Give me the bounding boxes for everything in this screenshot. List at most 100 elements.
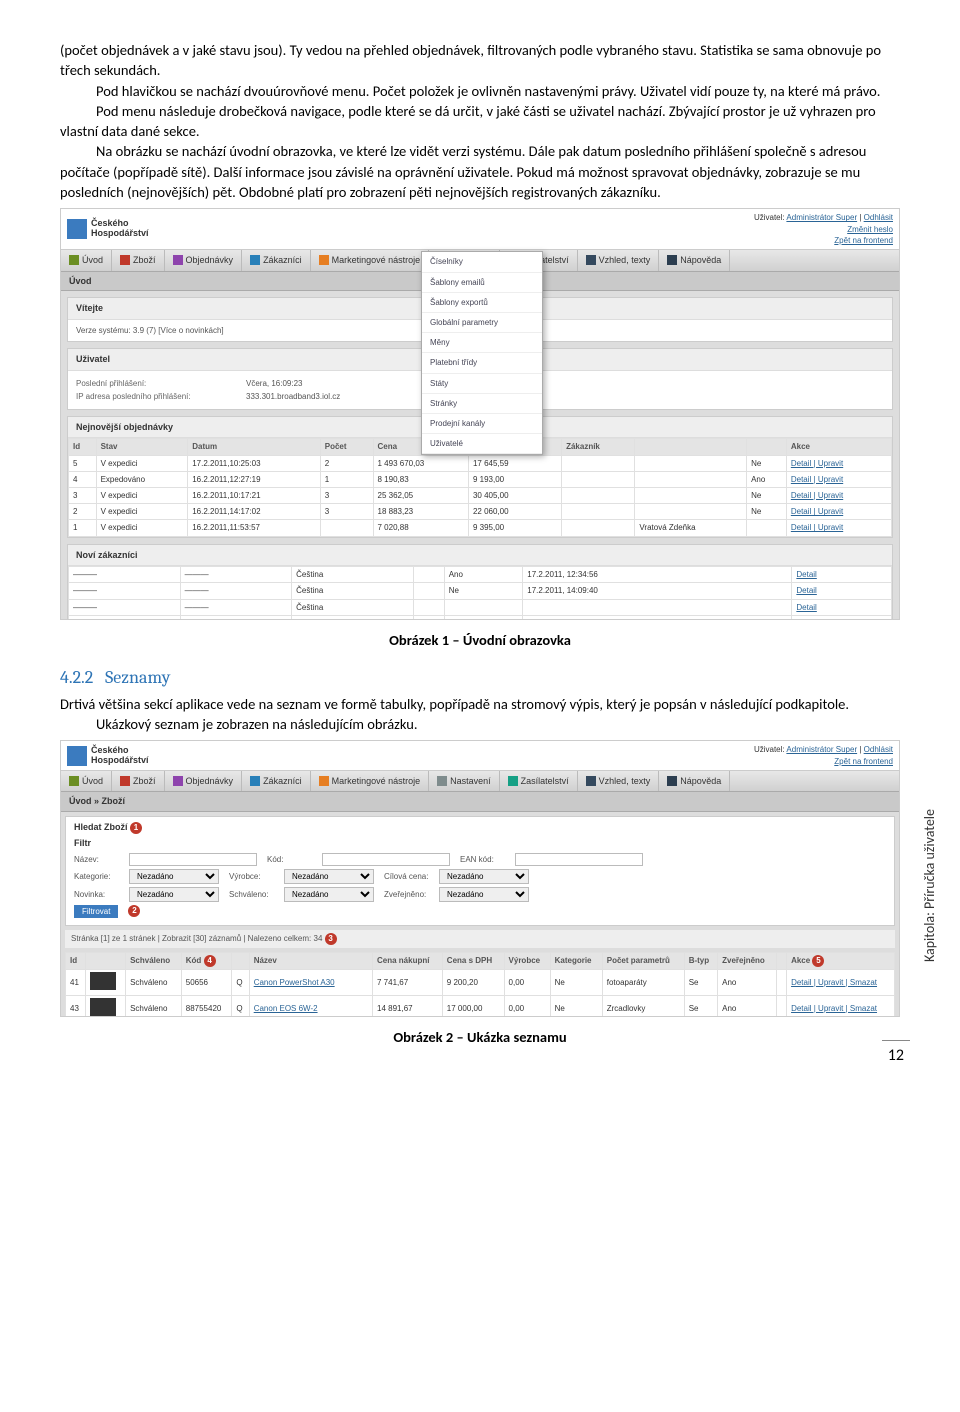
table-cell: Expedováno [96,471,188,487]
version-value: 3.9 (7) [Více o novinkách] [133,326,224,335]
row-action-link[interactable]: Detail [796,586,816,595]
dd-ciselniky[interactable]: Číselníky [422,252,542,272]
dd-uzivatele[interactable]: Uživatelé [422,434,542,454]
orders-icon [173,776,183,786]
table-cell: Čeština [292,599,414,615]
menu-napoveda[interactable]: Nápověda [659,250,730,271]
table-cell [180,615,292,620]
dd-stranky[interactable]: Stránky [422,394,542,414]
row-action-link[interactable]: Detail | Upravit [791,523,843,532]
table-cell: Schváleno [126,995,182,1017]
change-pass-link[interactable]: Změnit heslo [847,225,893,234]
row-action-link[interactable]: Detail | Upravit [791,475,843,484]
sel-zverejneno[interactable]: Nezadáno [439,887,529,902]
back-frontend-link[interactable]: Zpět na frontend [834,236,893,245]
table-cell: ——— [180,567,292,583]
table-cell: Ne [444,583,523,599]
table-cell: 41 [66,969,86,995]
dd-export-templates[interactable]: Šablony exportů [422,293,542,313]
menu-zbozi[interactable]: Zboží [112,771,165,792]
row-action-link[interactable]: Detail | Upravit [791,507,843,516]
row-action-link[interactable]: Detail | Upravit | Smazat [791,978,877,987]
sel-vyrobce[interactable]: Nezadáno [284,869,374,884]
menu-uvod[interactable]: Úvod [61,250,112,271]
table-cell: 7 741,67 [373,969,443,995]
row-action-link[interactable]: Detail | Upravit | Smazat [791,1004,877,1013]
menu-label: Zasílatelství [521,775,569,788]
table-cell: 14 891,67 [373,995,443,1017]
table-cell: Schváleno [126,969,182,995]
user-name-link[interactable]: Administrátor Super [786,213,857,222]
dd-meny[interactable]: Měny [422,333,542,353]
filter-panel: Hledat Zboží 1 Filtr Název: Kód: EAN kód… [65,816,895,926]
table-cell: 9 193,00 [468,471,561,487]
app2-userbox: Uživatel: Administrátor Super | Odhlásit… [754,744,893,766]
menu-label: Zákazníci [263,775,302,788]
menu-objednavky[interactable]: Objednávky [165,250,243,271]
menu-nastaveni[interactable]: Nastavení [429,771,500,792]
input-kod[interactable] [322,853,450,866]
sel-cena[interactable]: Nezadáno [439,869,529,884]
table-cell [86,995,126,1017]
dd-global-params[interactable]: Globální parametry [422,313,542,333]
home-icon [69,776,79,786]
logout-link[interactable]: Odhlásit [864,745,893,754]
menu-objednavky[interactable]: Objednávky [165,771,243,792]
table-row: 43Schváleno88755420QCanon EOS 6W-214 891… [66,995,895,1017]
badge-4: 4 [204,955,216,967]
table-cell: 4 [69,471,97,487]
menu-zakaznici[interactable]: Zákazníci [242,771,311,792]
input-ean[interactable] [515,853,643,866]
menu-label: Vzhled, texty [599,775,651,788]
product-name-link[interactable]: Canon PowerShot A30 [254,978,335,987]
menu-label: Nápověda [680,254,721,267]
row-action-link[interactable]: Detail [796,603,816,612]
table-row: ——————ČeštinaNe17.2.2011, 14:09:40Detail [69,583,892,599]
user-label: Uživatel: [754,213,785,222]
goods-th: Akce 5 [787,952,895,969]
sel-schvaleno[interactable]: Nezadáno [284,887,374,902]
table-cell: 16.2.2011,14:17:02 [188,504,321,520]
dd-email-templates[interactable]: Šablony emailů [422,273,542,293]
dd-kanaly[interactable]: Prodejní kanály [422,414,542,434]
product-name-link[interactable]: Canon EOS 6W-2 [254,1004,318,1013]
menu-napoveda[interactable]: Nápověda [659,771,730,792]
menu-label: Marketingové nástroje [332,775,421,788]
chapter-side-label: Kapitola: Příručka uživatele [920,809,940,962]
customers-icon [250,776,260,786]
menu-marketing[interactable]: Marketingové nástroje [311,250,430,271]
menu-vzhled[interactable]: Vzhled, texty [578,250,660,271]
version-label: Verze systému: [76,326,131,335]
menu-zbozi[interactable]: Zboží [112,250,165,271]
table-row: 3V expedici16.2.2011,10:17:21325 362,053… [69,488,892,504]
input-nazev[interactable] [129,853,257,866]
table-cell: 17.2.2011,10:25:03 [188,455,321,471]
goods-th [776,952,786,969]
logout-link[interactable]: Odhlásit [864,213,893,222]
app2-logo: Českého Hospodářství [67,746,149,766]
filter-button[interactable]: Filtrovat [74,905,118,918]
menu-vzhled[interactable]: Vzhled, texty [578,771,660,792]
table-cell: V expedici [96,504,188,520]
menu-zakaznici[interactable]: Zákazníci [242,250,311,271]
table-cell [562,488,635,504]
table-cell: Canon PowerShot A30 [249,969,372,995]
table-cell [635,504,747,520]
table-cell: Ne [747,504,787,520]
dd-payment[interactable]: Platební třídy [422,353,542,373]
dd-staty[interactable]: Státy [422,374,542,394]
row-action-link[interactable]: Detail [796,619,816,621]
menu-marketing[interactable]: Marketingové nástroje [311,771,430,792]
sel-kategorie[interactable]: Nezadáno [129,869,219,884]
user-name-link[interactable]: Administrátor Super [786,745,857,754]
menu-label: Vzhled, texty [599,254,651,267]
row-action-link[interactable]: Detail | Upravit [791,491,843,500]
back-frontend-link[interactable]: Zpět na frontend [834,757,893,766]
row-action-link[interactable]: Detail [796,570,816,579]
menu-zasilatelstvi[interactable]: Zasílatelství [500,771,578,792]
table-cell: 18 883,23 [373,504,468,520]
row-action-link[interactable]: Detail | Upravit [791,459,843,468]
menu-label: Úvod [82,254,103,267]
menu-uvod[interactable]: Úvod [61,771,112,792]
sel-novinka[interactable]: Nezadáno [129,887,219,902]
